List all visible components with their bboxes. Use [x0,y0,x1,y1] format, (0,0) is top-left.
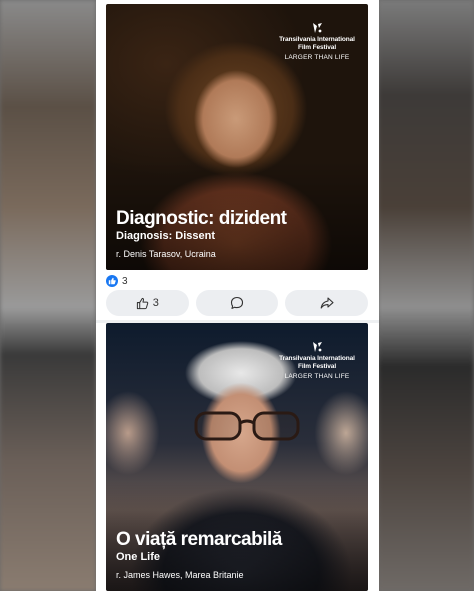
film-credit: r. James Hawes, Marea Britanie [116,570,244,580]
like-button[interactable]: 3 [106,290,189,316]
reactions-summary[interactable]: 3 [106,274,128,288]
film-title-en: Diagnosis: Dissent [116,230,216,242]
festival-name: Transilvania International Film Festival [279,355,355,370]
film-title-en: One Life [116,551,161,563]
blurred-background-right [378,0,474,591]
festival-logo-icon [313,23,322,33]
share-button[interactable] [285,290,369,316]
film-title-ro: O viață remarcabilă [116,529,282,550]
film-credit: r. Denis Tarasov, Ucraina [116,249,216,259]
post-caption: O viață remarcabilă One Life r. James Ha… [116,529,360,581]
comment-icon [230,296,244,309]
thumbs-up-icon [136,297,149,309]
festival-logo-icon [313,342,322,352]
festival-name: Transilvania International Film Festival [279,36,355,51]
post-image-2[interactable]: Transilvania International Film Festival… [106,323,368,591]
like-count: 3 [152,297,159,309]
reaction-count: 3 [122,275,128,287]
share-icon [320,297,334,309]
festival-logo: Transilvania International Film Festival… [274,341,360,381]
feed-column[interactable]: Transilvania International Film Festival… [96,0,379,591]
like-reaction-icon [106,275,118,287]
blurred-background-left [0,0,96,591]
eyeglasses-detail [194,411,300,441]
action-bar: 3 [106,290,369,316]
comment-button[interactable] [195,290,279,316]
post-image-1[interactable]: Transilvania International Film Festival… [106,4,368,270]
festival-logo: Transilvania International Film Festival… [274,22,360,62]
festival-tagline: LARGER THAN LIFE [284,373,350,380]
festival-tagline: LARGER THAN LIFE [284,54,350,61]
film-title-ro: Diagnostic: dizident [116,208,287,229]
post-caption: Diagnostic: dizident Diagnosis: Dissent … [116,208,360,260]
